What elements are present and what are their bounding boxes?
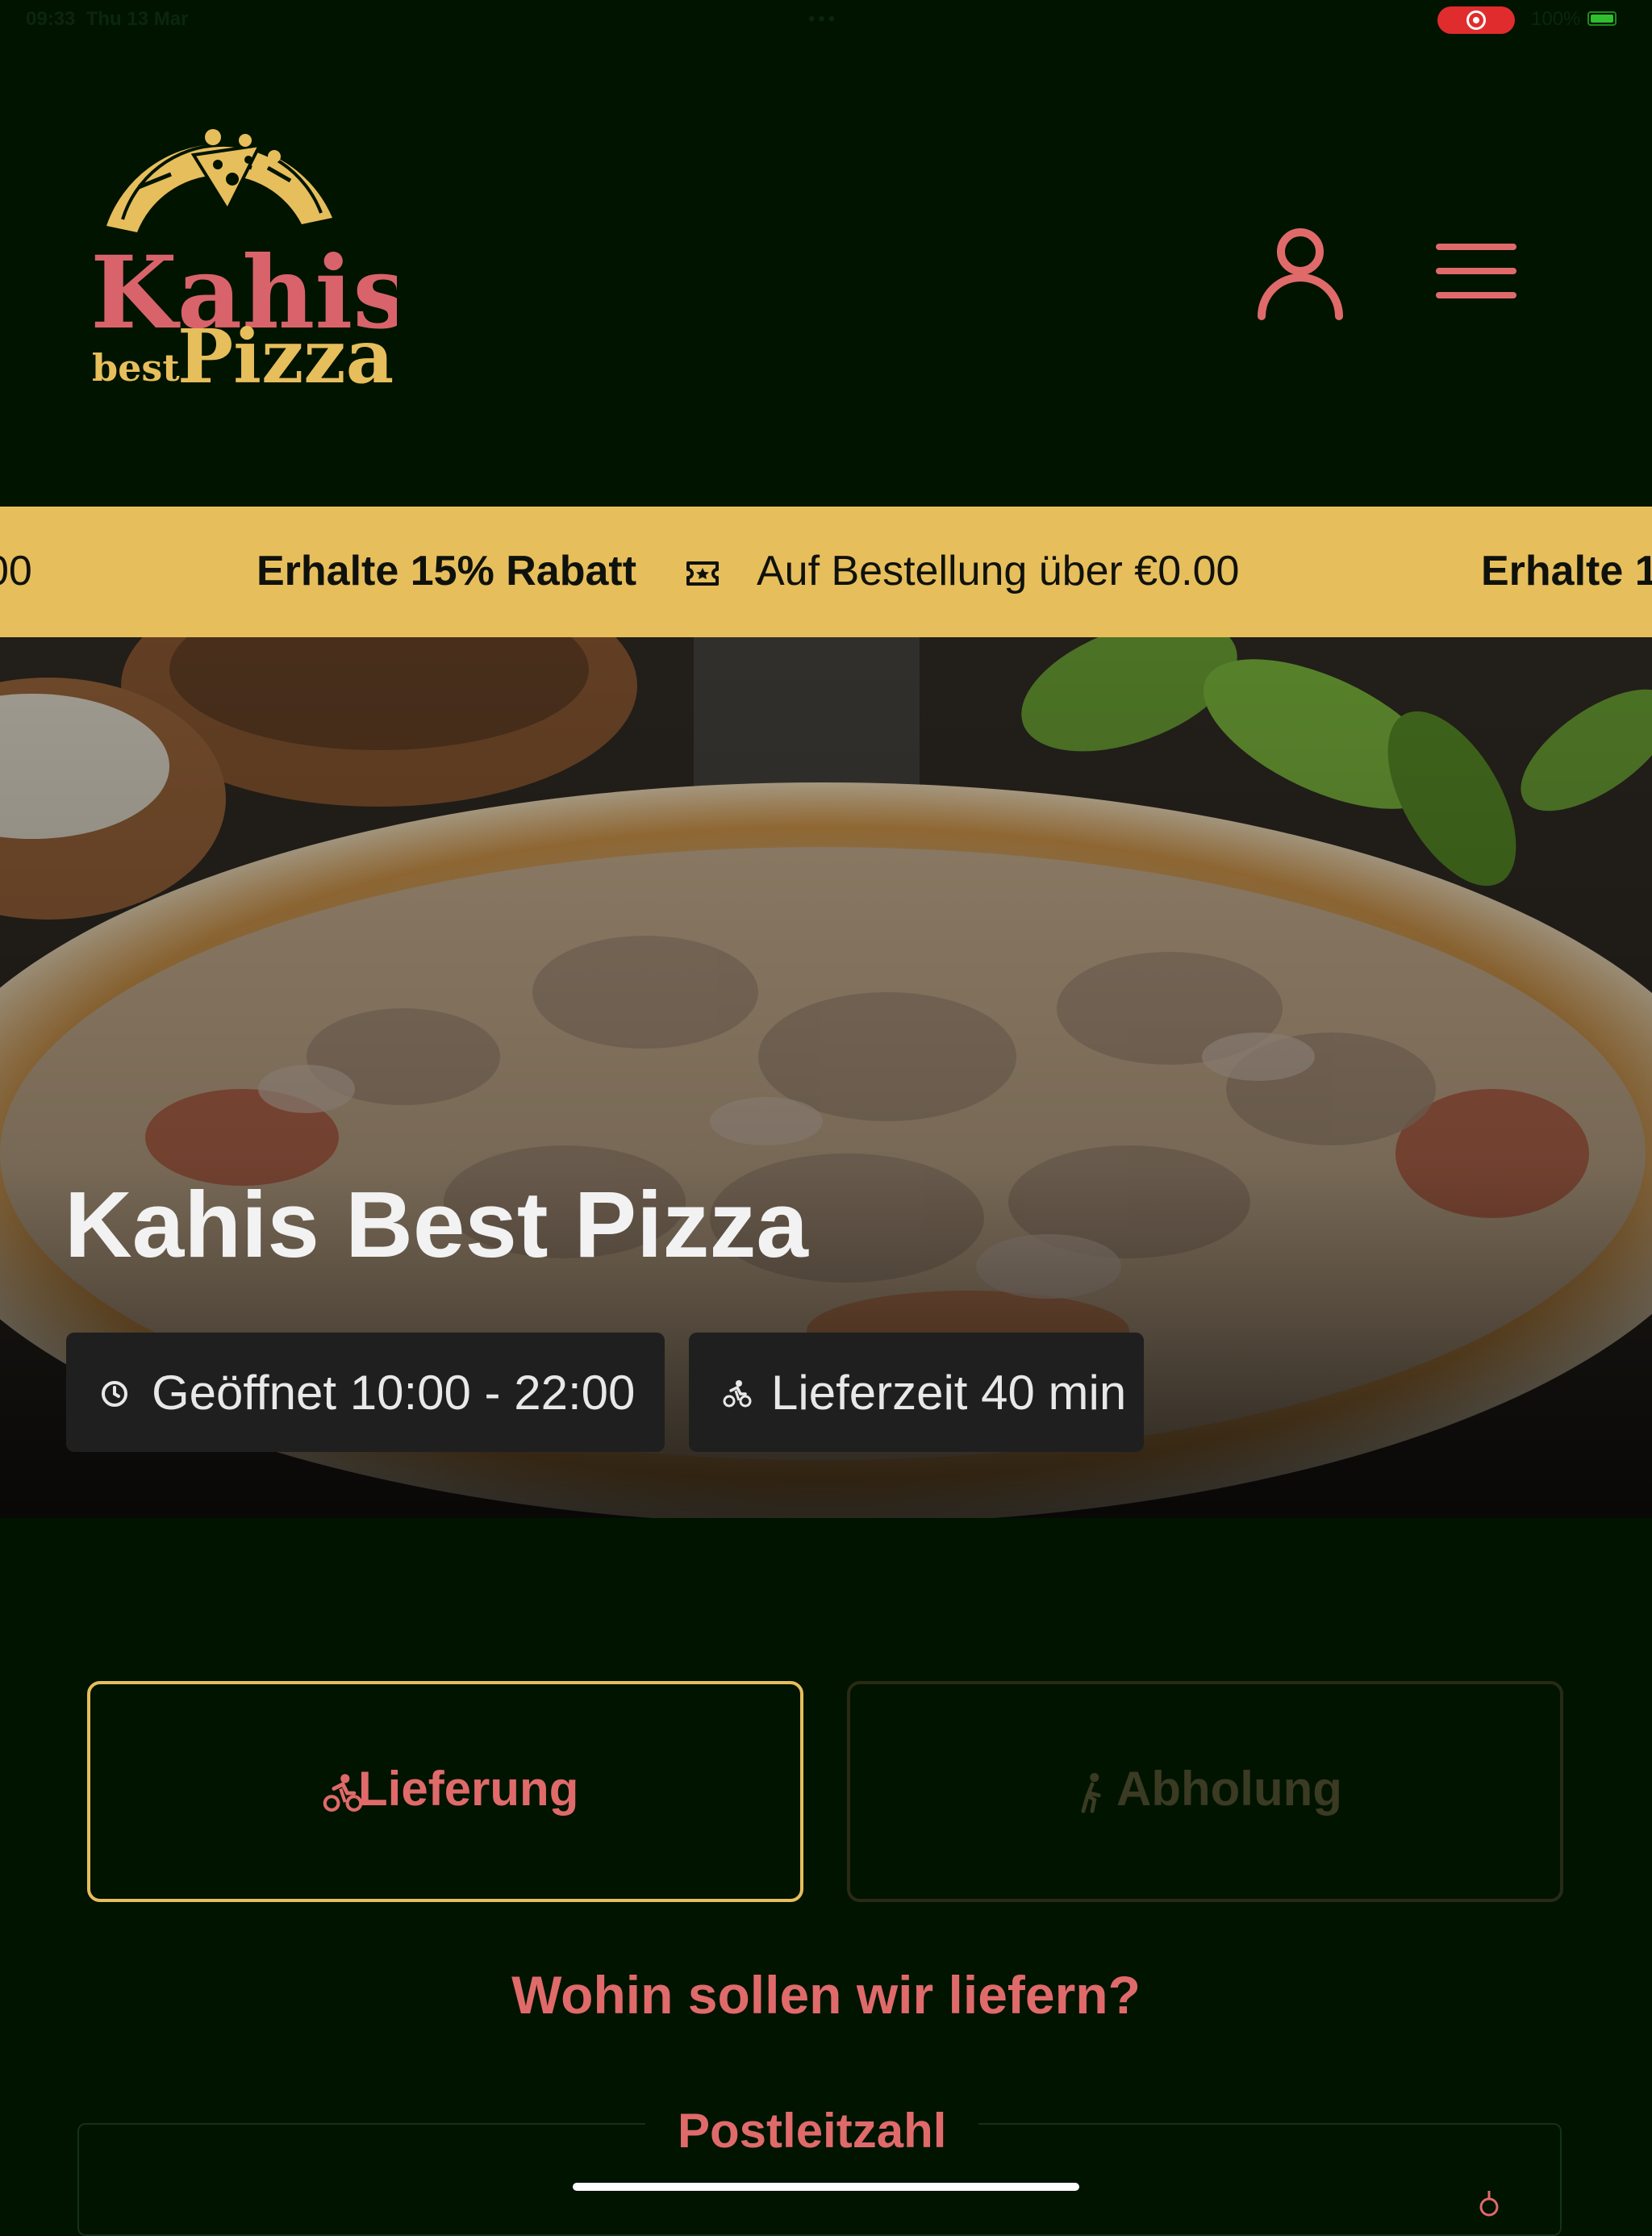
logo-word-best: best [92,346,180,390]
screen-recording-indicator[interactable] [1437,6,1515,34]
home-indicator[interactable] [573,2183,1079,2191]
hamburger-menu-icon [1436,244,1516,298]
promo-offer-repeat: Erhalte 1 [1481,548,1652,594]
delivery-time-text: Lieferzeit 40 min [771,1366,1127,1420]
delivery-mode-button[interactable]: Lieferung [87,1681,803,1902]
brand-logo[interactable]: Kahis best Pizza [90,129,409,400]
pickup-mode-label: Abholung [1116,1762,1342,1816]
opening-hours-text: Geöffnet 10:00 - 22:00 [152,1366,636,1420]
user-icon [1258,228,1343,320]
account-button[interactable] [1255,226,1345,323]
restaurant-title: Kahis Best Pizza [65,1172,808,1277]
locate-icon[interactable] [1473,2188,1505,2220]
promo-fragment-left: 00 [0,548,32,594]
zip-code-label: Postleitzahl [645,2107,979,2155]
multitasking-dots[interactable]: ••• [808,8,838,31]
delivery-bike-icon [723,1380,752,1408]
promo-offer: Erhalte 15% Rabatt [257,548,637,594]
opening-hours-chip: Geöffnet 10:00 - 22:00 [66,1333,665,1452]
status-time: 09:33 Thu 13 Mar [26,8,189,30]
clock-icon [102,1381,127,1407]
menu-button[interactable] [1434,239,1518,303]
delivery-question-heading: Wohin sollen wir liefern? [511,1965,1141,2025]
status-bar: 09:33 Thu 13 Mar ••• 100% [0,0,1652,39]
delivery-mode-label: Lieferung [358,1762,579,1816]
promo-condition: Auf Bestellung über €0.00 [757,548,1240,594]
delivery-bike-icon [323,1774,363,1812]
logo-word-pizza: Pizza [177,313,394,395]
battery-percent: 100% [1531,8,1581,30]
battery-icon [1587,11,1617,26]
delivery-time-chip: Lieferzeit 40 min [689,1333,1144,1452]
ticket-icon [686,561,719,586]
promo-banner[interactable]: 00 Erhalte 15% Rabatt Auf Bestellung übe… [0,507,1652,637]
walking-person-icon [1081,1773,1101,1813]
pickup-mode-button[interactable]: Abholung [847,1681,1563,1902]
